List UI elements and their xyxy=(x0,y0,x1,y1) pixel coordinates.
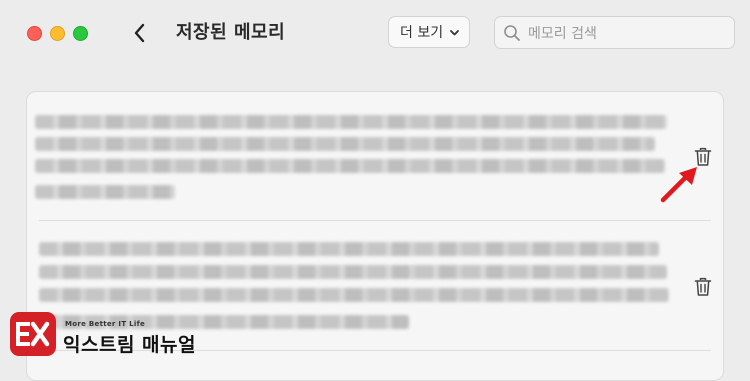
memory-text-blurred xyxy=(39,288,669,302)
back-button[interactable] xyxy=(128,20,152,46)
memory-text-blurred xyxy=(35,137,655,151)
memory-text-blurred xyxy=(35,159,665,173)
page-title: 저장된 메모리 xyxy=(176,22,286,43)
watermark: More Better IT Life 익스트림 매뉴얼 xyxy=(10,312,210,362)
memory-text-blurred xyxy=(35,185,175,199)
brand-logo xyxy=(10,312,56,356)
red-arrow-icon xyxy=(660,167,697,203)
memory-text-blurred xyxy=(39,265,667,279)
search-placeholder: 메모리 검색 xyxy=(528,25,597,42)
more-dropdown-button[interactable]: 더 보기 xyxy=(388,16,470,48)
chevron-down-icon xyxy=(450,30,459,36)
search-input[interactable]: 메모리 검색 xyxy=(494,16,735,49)
brand-tagline: More Better IT Life xyxy=(65,320,145,328)
ex-logo-icon xyxy=(16,321,50,347)
chevron-left-icon xyxy=(134,23,145,43)
more-button-label: 더 보기 xyxy=(400,25,444,41)
search-icon xyxy=(504,24,520,41)
memory-text-blurred xyxy=(35,115,667,129)
item-divider xyxy=(39,220,711,221)
trash-icon[interactable] xyxy=(694,277,712,297)
brand-name: 익스트림 매뉴얼 xyxy=(63,334,196,356)
minimize-window-button[interactable] xyxy=(50,26,65,41)
memory-text-blurred xyxy=(39,242,659,256)
close-window-button[interactable] xyxy=(27,26,42,41)
maximize-window-button[interactable] xyxy=(73,26,88,41)
title-bar: 저장된 메모리 더 보기 메모리 검색 xyxy=(0,0,750,66)
